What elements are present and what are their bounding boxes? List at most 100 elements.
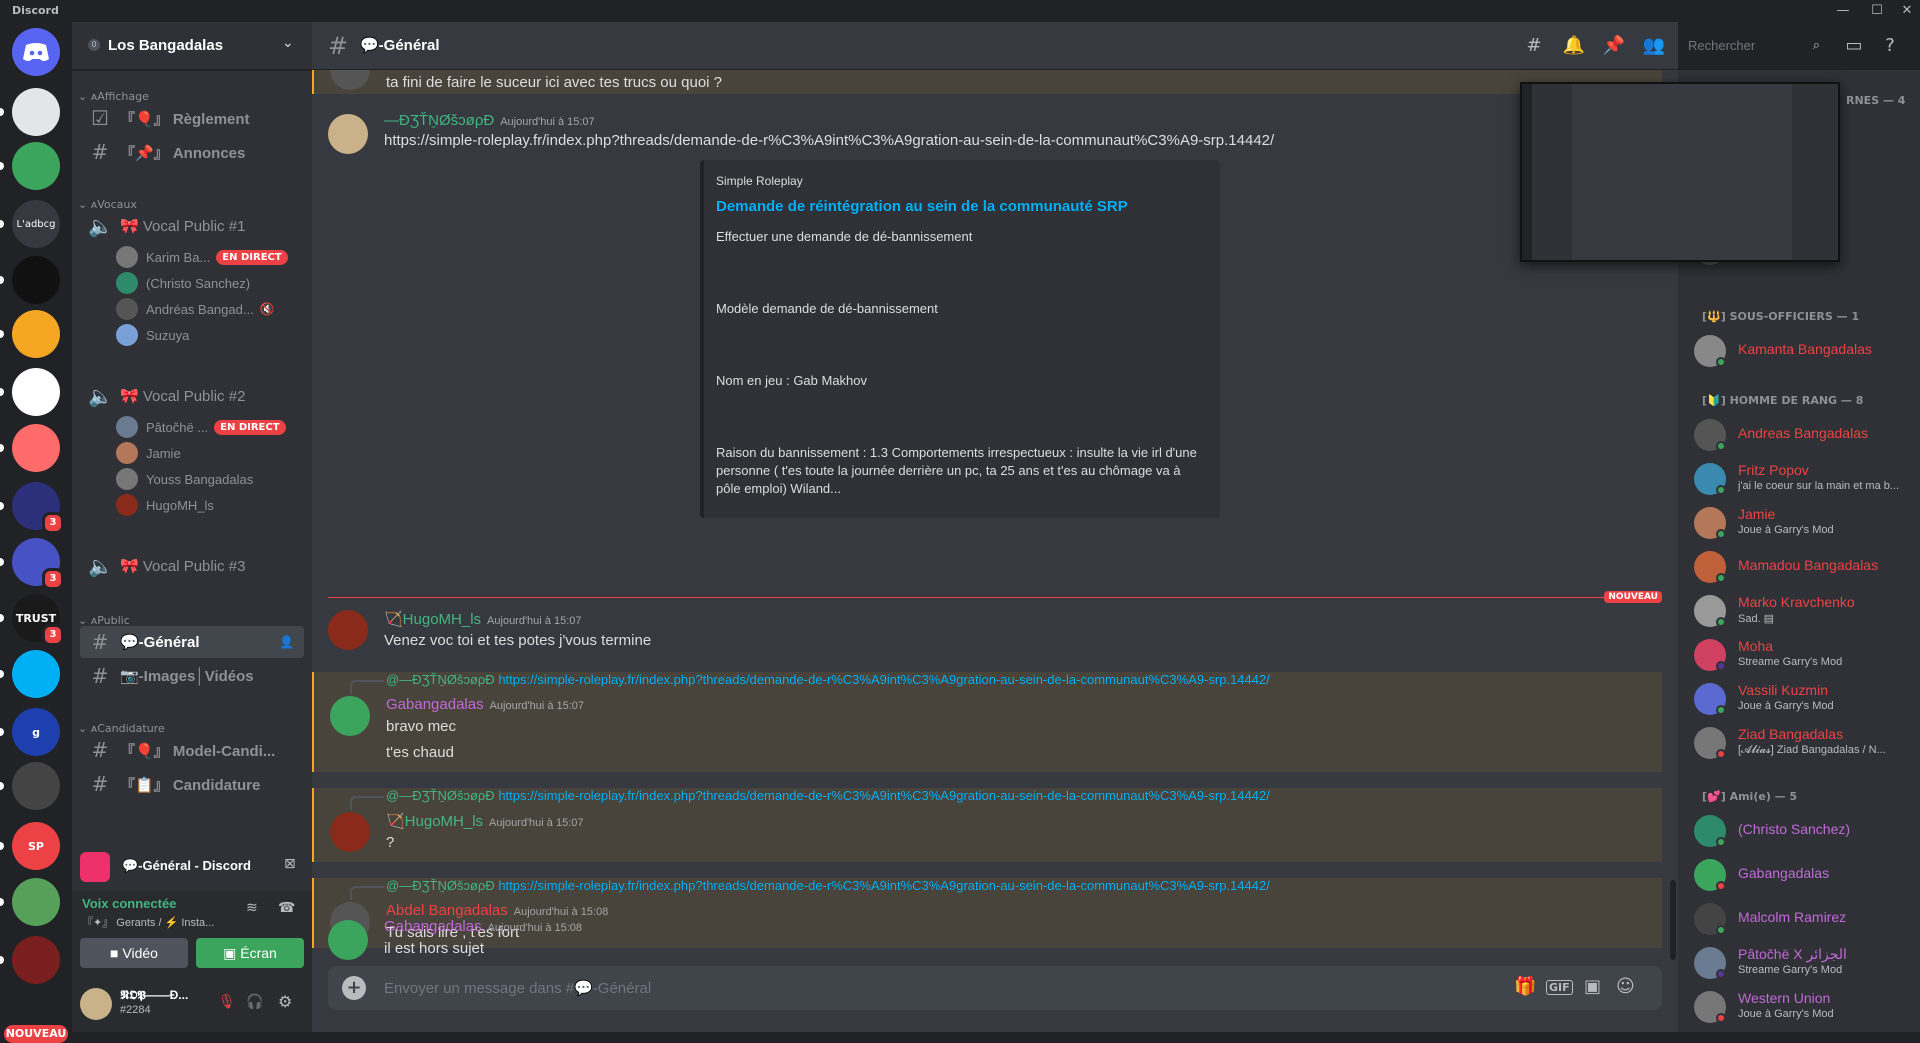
avatar[interactable] — [330, 696, 370, 736]
member-item[interactable]: Western Union Joue à Garry's Mod — [1694, 986, 1914, 1028]
upload-plus-icon[interactable]: + — [342, 976, 366, 1000]
voice-user[interactable]: Youss Bangadalas — [116, 466, 253, 492]
avatar[interactable] — [328, 920, 368, 960]
voice-user[interactable]: HugoMH_ls — [116, 492, 214, 518]
message-author[interactable]: 🏹HugoMH_ls — [386, 813, 483, 830]
message-author[interactable]: Gabangadalas — [386, 696, 484, 713]
server-icon[interactable] — [12, 310, 60, 358]
message[interactable]: —ĐƷŤṈØšɔøρƉ Aujourd'hui à 15:07 https://s… — [312, 110, 1662, 580]
gif-icon[interactable]: GIF — [1546, 980, 1573, 995]
pin-icon[interactable]: 📌 — [1602, 34, 1626, 58]
message-input[interactable]: Envoyer un message dans #💬-Général — [384, 979, 651, 997]
avatar[interactable] — [328, 610, 368, 650]
server-icon[interactable] — [12, 88, 60, 136]
help-icon[interactable]: ? — [1878, 34, 1902, 58]
member-item[interactable]: Mamadou Bangadalas — [1694, 546, 1914, 588]
avatar[interactable] — [330, 70, 370, 90]
voice-channel-2[interactable]: 🔈 🎀 Vocal Public #2 — [80, 380, 304, 412]
member-item[interactable]: Kamanta Bangadalas — [1694, 330, 1914, 372]
message[interactable]: @—ĐƷŤṈØšɔøρƉ https://simple-roleplay.fr/… — [312, 672, 1662, 772]
avatar[interactable] — [328, 114, 368, 154]
message-author[interactable]: Abdel Bangadalas — [386, 902, 508, 919]
voice-channel-1[interactable]: 🔈 🎀 Vocal Public #1 — [80, 210, 304, 242]
voice-user[interactable]: Karim Ba... EN DIRECT — [116, 244, 288, 270]
minimize-icon[interactable]: — — [1830, 2, 1856, 20]
message[interactable]: @—ĐƷŤṈØšɔøρƉ https://simple-roleplay.fr/… — [312, 788, 1662, 862]
server-icon[interactable] — [12, 762, 60, 810]
voice-channel-detail[interactable]: 『✦』 Gerants / ⚡ Insta... — [82, 914, 214, 930]
embed-title[interactable]: Demande de réintégration au sein de la c… — [716, 198, 1128, 215]
member-item[interactable]: Marko Kravchenko Sad. ▤ — [1694, 590, 1914, 632]
member-item[interactable]: Fritz Popov j'ai le coeur sur la main et … — [1694, 458, 1914, 500]
inbox-icon[interactable]: ▭ — [1842, 34, 1866, 58]
member-item[interactable]: Pâtočhë X الجزائر Streame Garry's Mod — [1694, 942, 1914, 984]
server-icon[interactable]: SP — [12, 822, 60, 870]
avatar[interactable] — [330, 812, 370, 852]
screen-share-button[interactable]: ▣ Écran — [196, 938, 304, 968]
voice-user[interactable]: Pâtočhë ... EN DIRECT — [116, 414, 286, 440]
server-icon[interactable]: g — [12, 708, 60, 756]
member-item[interactable]: Jamie Joue à Garry's Mod — [1694, 502, 1914, 544]
chevron-down-icon[interactable]: ⌄ — [282, 35, 294, 51]
server-icon[interactable] — [12, 424, 60, 472]
voice-channel-3[interactable]: 🔈 🎀 Vocal Public #3 — [80, 550, 304, 582]
stream-thumbnail[interactable] — [80, 852, 110, 882]
member-item[interactable]: Andreas Bangadalas — [1694, 414, 1914, 456]
channel-model-candi[interactable]: # 『🎈』 Model-Candi... — [80, 734, 304, 766]
member-item[interactable]: Ziad Bangadalas [𝓐𝓵𝓲𝓪𝓼] Ziad Bangadalas /… — [1694, 722, 1914, 764]
members-icon[interactable]: 👥 — [1642, 34, 1666, 58]
voice-user[interactable]: Suzuya — [116, 322, 189, 348]
message-author[interactable]: —ĐƷŤṈØšɔøρƉ — [384, 112, 494, 129]
mute-icon[interactable]: 🎙 — [218, 994, 236, 1010]
sticker-icon[interactable]: ▣ — [1584, 976, 1601, 997]
channel-candidature[interactable]: # 『📋』 Candidature — [80, 768, 304, 800]
stream-preview-popout[interactable] — [1520, 82, 1840, 262]
member-item[interactable]: Moha Streame Garry's Mod — [1694, 634, 1914, 676]
message[interactable]: 🏹HugoMH_ls Aujourd'hui à 15:07 Venez voc … — [312, 610, 1662, 660]
noise-suppression-icon[interactable]: ≋ — [246, 900, 258, 916]
server-header[interactable]: 0 Los Bangadalas ⌄ — [72, 22, 312, 70]
member-item[interactable]: (Christo Sanchez) — [1694, 810, 1914, 852]
emoji-icon[interactable]: ☺ — [1616, 976, 1635, 997]
add-member-icon[interactable]: 👤 — [279, 635, 294, 649]
message-author[interactable]: Gabangadalas — [384, 918, 482, 935]
voice-status[interactable]: Voix connectée — [82, 896, 176, 911]
server-icon[interactable] — [12, 650, 60, 698]
embed-line: Modèle demande de dé-bannissement — [716, 301, 938, 316]
voice-user[interactable]: (Christo Sanchez) — [116, 270, 250, 296]
new-unread-badge[interactable]: NOUVEAU — [4, 1025, 68, 1043]
server-icon[interactable] — [12, 142, 60, 190]
channel-images-videos[interactable]: # 📷-Images│Vidéos — [80, 660, 304, 692]
voice-user[interactable]: Jamie — [116, 440, 181, 466]
maximize-icon[interactable]: ☐ — [1864, 2, 1890, 20]
stop-stream-icon[interactable]: ⊠ — [284, 856, 296, 872]
message[interactable]: Gabangadalas Aujourd'hui à 15:08 il est h… — [312, 918, 1662, 964]
message-author[interactable]: 🏹HugoMH_ls — [384, 611, 481, 628]
server-icon[interactable] — [12, 368, 60, 416]
bell-icon[interactable]: 🔔 — [1562, 34, 1586, 58]
threads-icon[interactable]: # — [1522, 34, 1546, 58]
member-item[interactable]: Vassili Kuzmin Joue à Garry's Mod — [1694, 678, 1914, 720]
member-item[interactable]: Gabangadalas — [1694, 854, 1914, 896]
channel-annonces[interactable]: # 『📌』 Annonces — [80, 136, 304, 168]
gear-icon[interactable]: ⚙ — [278, 992, 292, 1011]
search-input[interactable]: Rechercher ⌕ — [1682, 34, 1826, 58]
channel-reglement[interactable]: ☑ 『🎈』 Règlement — [80, 102, 304, 134]
disconnect-icon[interactable]: ☎ — [278, 900, 295, 916]
close-icon[interactable]: ✕ — [1894, 2, 1920, 20]
server-icon[interactable] — [12, 878, 60, 926]
avatar[interactable] — [80, 988, 112, 1020]
member-item[interactable]: Malcolm Ramirez — [1694, 898, 1914, 940]
server-icon[interactable] — [12, 936, 60, 984]
gift-icon[interactable]: 🎁 — [1514, 976, 1536, 997]
deafen-icon[interactable]: 🎧 — [246, 994, 263, 1010]
server-icon[interactable]: L'adbcg — [12, 200, 60, 248]
message[interactable]: ta fini de faire le suceur ici avec tes … — [312, 70, 1662, 94]
server-icon[interactable] — [12, 256, 60, 304]
channel-general[interactable]: # 💬-Général 👤 — [80, 626, 304, 658]
video-button[interactable]: ■ Vidéo — [80, 938, 188, 968]
message-link[interactable]: https://simple-roleplay.fr/index.php?thr… — [384, 132, 1274, 149]
scrollbar[interactable] — [1670, 880, 1676, 960]
discord-home-icon[interactable] — [12, 28, 60, 76]
voice-user[interactable]: Andréas Bangad... 🔇 — [116, 296, 275, 322]
